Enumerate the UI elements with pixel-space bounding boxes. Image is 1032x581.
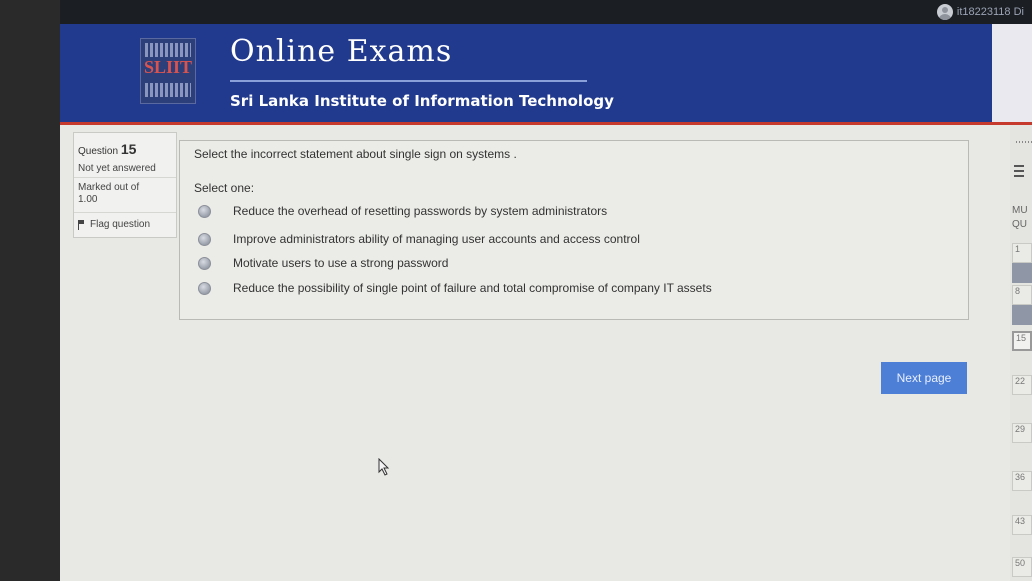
nav-question-box[interactable]: 50	[1012, 557, 1032, 577]
nav-question-box[interactable]: 22	[1012, 375, 1032, 395]
logo-grid-bottom	[145, 83, 191, 97]
question-label: Question	[78, 146, 119, 157]
flag-question-label: Flag question	[90, 219, 151, 230]
info-divider-1	[74, 177, 176, 178]
answer-option-3[interactable]: Motivate users to use a strong password	[198, 253, 898, 273]
radio-button[interactable]	[198, 256, 211, 270]
radio-button[interactable]	[198, 204, 211, 218]
flag-icon	[78, 219, 85, 230]
question-panel: Select the incorrect statement about sin…	[179, 140, 969, 320]
nav-heading-2: QU	[1012, 219, 1027, 230]
nav-question-box[interactable]: 1	[1012, 243, 1032, 263]
user-menu[interactable]: it18223118 Di	[936, 3, 1024, 21]
question-number: Question 15	[78, 141, 136, 157]
mouse-pointer-icon	[378, 458, 390, 476]
logo-text: SLIIT	[143, 57, 193, 77]
user-id: it18223118 Di	[956, 6, 1024, 18]
answer-option-label: Motivate users to use a strong password	[233, 256, 449, 270]
answer-option-2[interactable]: Improve administrators ability of managi…	[198, 229, 898, 249]
header-right-panel	[992, 24, 1032, 122]
next-page-button[interactable]: Next page	[881, 362, 967, 394]
question-state: Not yet answered	[78, 163, 156, 174]
question-number-value: 15	[120, 141, 137, 157]
answer-option-1[interactable]: Reduce the overhead of resetting passwor…	[198, 201, 898, 221]
nav-question-box[interactable]: 29	[1012, 423, 1032, 443]
question-text: Select the incorrect statement about sin…	[194, 147, 517, 161]
site-subtitle: Sri Lanka Institute of Information Techn…	[230, 92, 614, 110]
radio-button[interactable]	[198, 232, 211, 246]
user-avatar-icon	[936, 4, 953, 20]
nav-question-box[interactable]: 43	[1012, 515, 1032, 535]
answer-option-label: Improve administrators ability of managi…	[233, 232, 640, 246]
answer-option-label: Reduce the possibility of single point o…	[233, 281, 712, 295]
nav-question-box-filled[interactable]	[1012, 305, 1032, 325]
menu-icon[interactable]	[1014, 165, 1024, 177]
nav-question-box-current[interactable]: 15	[1012, 331, 1032, 351]
info-divider-2	[74, 212, 176, 213]
top-bar: it18223118 Di	[60, 0, 1032, 24]
answer-prompt: Select one:	[194, 181, 255, 195]
flag-question-button[interactable]: Flag question	[78, 219, 150, 230]
site-header: SLIIT Online Exams Sri Lanka Institute o…	[60, 24, 1032, 125]
sliit-logo: SLIIT	[140, 38, 196, 104]
question-marks: Marked out of 1.00	[78, 182, 140, 205]
quiz-navigation: MU QU 1 8 15 22 29 36 43 50	[1010, 125, 1032, 581]
logo-grid-top	[145, 43, 191, 57]
question-info-panel: Question 15 Not yet answered Marked out …	[73, 132, 177, 238]
nav-heading-1: MU	[1012, 205, 1028, 216]
nav-question-box[interactable]: 36	[1012, 471, 1032, 491]
nav-question-box[interactable]: 8	[1012, 285, 1032, 305]
radio-button[interactable]	[198, 281, 211, 295]
exam-screen: it18223118 Di SLIIT Online Exams Sri Lan…	[60, 0, 1032, 581]
nav-dotted-divider	[1016, 141, 1032, 143]
site-title: Online Exams	[230, 34, 453, 69]
nav-question-box-filled[interactable]	[1012, 263, 1032, 283]
title-divider	[230, 80, 587, 82]
answer-option-label: Reduce the overhead of resetting passwor…	[233, 204, 608, 218]
answer-option-4[interactable]: Reduce the possibility of single point o…	[198, 278, 898, 298]
